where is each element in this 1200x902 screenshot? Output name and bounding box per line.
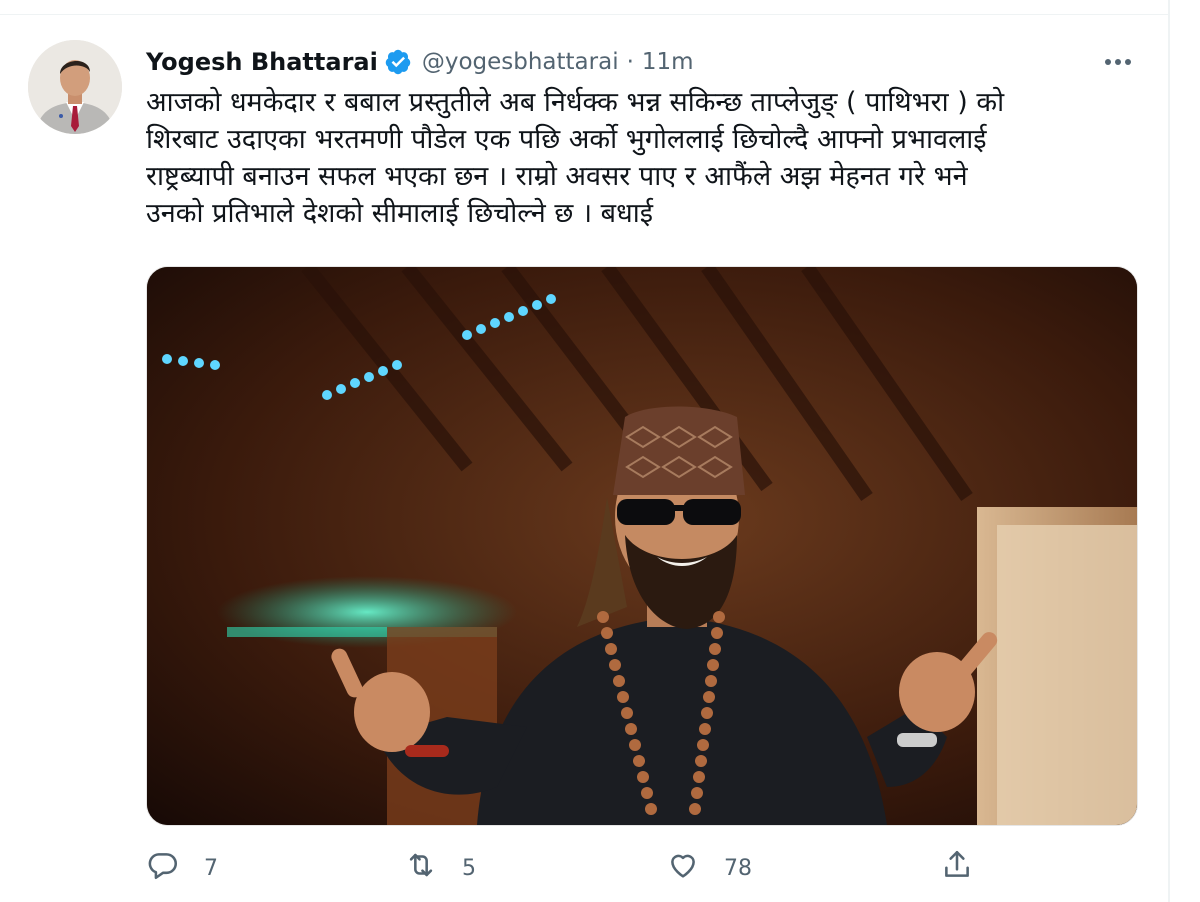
tweet-text-line: आजको धमकेदार र बबाल प्रस्तुतीले अब निर्ध… [146,87,1005,118]
reply-button[interactable]: 7 [146,846,218,890]
share-icon [940,848,974,888]
author-handle[interactable]: @yogesbhattarai [422,49,619,75]
retweet-icon [404,848,438,888]
verified-badge-icon [384,48,412,76]
divider [0,14,1168,15]
reply-icon [146,848,180,888]
share-button[interactable] [940,846,974,890]
heart-icon [666,848,700,888]
tweet-text-line: राष्ट्रब्यापी बनाउन सफल भएका छन । राम्रो… [146,161,968,192]
separator-dot: · [626,49,634,75]
reply-count: 7 [204,855,218,881]
avatar[interactable] [28,40,122,134]
tweet-actions: 7 5 78 [146,846,1136,890]
author-name[interactable]: Yogesh Bhattarai [146,48,378,76]
tweet-text-line: उनको प्रतिभाले देशको सीमालाई छिचोल्ने छ … [146,198,653,229]
tweet-text-line: शिरबाट उदाएका भरतमणी पौडेल एक पछि अर्को … [146,124,987,155]
tweet-header: Yogesh Bhattarai @yogesbhattarai · 11m [146,42,694,82]
retweet-button[interactable]: 5 [404,846,476,890]
tweet-card[interactable]: Yogesh Bhattarai @yogesbhattarai · 11m आ… [0,0,1200,902]
tweet-photo[interactable] [146,266,1138,826]
like-count: 78 [724,855,752,881]
tweet-timestamp[interactable]: 11m [642,49,694,75]
more-icon[interactable] [1100,48,1136,72]
tweet-text: आजको धमकेदार र बबाल प्रस्तुतीले अब निर्ध… [146,84,1136,232]
retweet-count: 5 [462,855,476,881]
like-button[interactable]: 78 [666,846,752,890]
divider [1168,0,1170,902]
